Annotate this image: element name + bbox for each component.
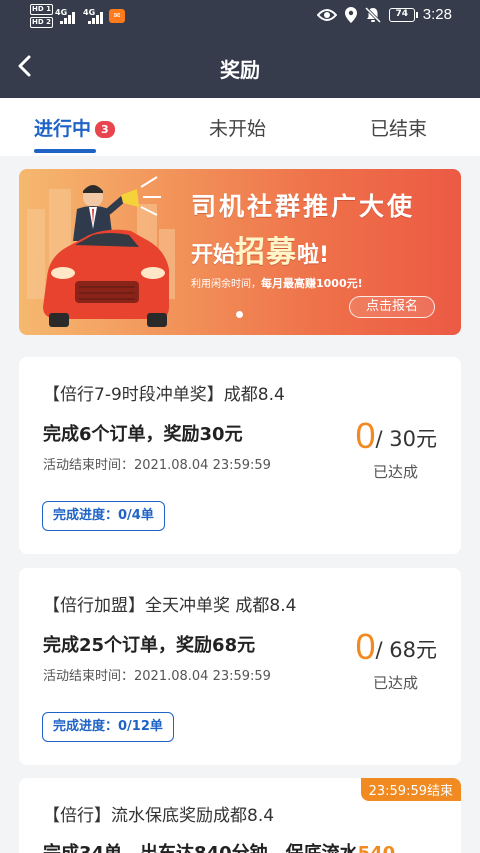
banner-headline-suffix: 啦! (297, 243, 330, 268)
banner-headline-emphasis: 招募 (235, 235, 298, 270)
card-title: 【倍行7-9时段冲单奖】成都8.4 (43, 385, 285, 405)
reward-condition: 完成6个订单，奖励30元 (43, 424, 243, 445)
app-notification-icon: ✉ (109, 9, 125, 23)
promo-banner[interactable]: 司机社群推广大使 开始招募啦! 利用闲余时间，每月最高赚1000元! 点击报名 (19, 169, 461, 335)
banner-subtitle-prefix: 利用闲余时间， (191, 279, 261, 290)
tab-label: 未开始 (209, 118, 267, 140)
battery-icon: 74 (388, 7, 418, 22)
status-bar: HD 1 HD 2 4G 4G ✉ 74 3:28 (0, 0, 480, 36)
tab-label: 已结束 (370, 118, 428, 140)
countdown-badge: 23:59:59结束 (360, 778, 461, 801)
count-badge: 3 (95, 121, 115, 138)
eye-icon (316, 8, 337, 21)
reward-card[interactable]: 23:59:59结束 【倍行】流水保底奖励成都8.4 完成34单，出车达840分… (19, 778, 461, 853)
banner-headline-prefix: 开始 (191, 243, 236, 268)
reward-condition-highlight: 540 (358, 843, 396, 853)
tab-in-progress[interactable]: 进行中 3 (34, 114, 115, 141)
location-icon (344, 6, 357, 23)
earned-amount: 0 (355, 415, 376, 456)
total-amount: / 68元 (375, 638, 437, 662)
signal-icon-2 (88, 12, 103, 24)
tab-bar: 进行中 3 未开始 已结束 (0, 98, 480, 156)
carousel-indicator (236, 311, 243, 318)
sim-indicator: HD 1 HD 2 (30, 4, 53, 30)
signal-icon (60, 12, 75, 24)
progress-badge: 完成进度：0/12单 (42, 712, 174, 742)
hd1-icon: HD 1 (30, 4, 53, 15)
status-label: 已达成 (372, 463, 418, 481)
tab-ended[interactable]: 已结束 (370, 114, 427, 141)
end-time: 活动结束时间：2021.08.04 23:59:59 (43, 669, 271, 684)
earned-amount: 0 (355, 626, 376, 667)
total-amount: / 30元 (375, 427, 437, 451)
reward-card[interactable]: 【倍行7-9时段冲单奖】成都8.4 完成6个订单，奖励30元 活动结束时间：20… (19, 357, 461, 554)
reward-card[interactable]: 【倍行加盟】全天冲单奖 成都8.4 完成25个订单，奖励68元 活动结束时间：2… (19, 568, 461, 765)
reward-amount: 0/ 30元 (355, 415, 437, 457)
header-bar: 奖励 (0, 36, 480, 98)
banner-title: 司机社群推广大使 (191, 192, 416, 221)
banner-subtitle: 利用闲余时间，每月最高赚1000元! (191, 275, 363, 291)
status-label: 已达成 (372, 674, 418, 692)
reward-condition: 完成25个订单，奖励68元 (43, 635, 256, 656)
card-title: 【倍行】流水保底奖励成都8.4 (43, 806, 275, 826)
end-time: 活动结束时间：2021.08.04 23:59:59 (43, 458, 271, 473)
tab-label: 进行中 (34, 118, 92, 140)
page-title: 奖励 (220, 58, 260, 82)
reward-amount: 0/ 68元 (355, 626, 437, 668)
tab-not-started[interactable]: 未开始 (209, 114, 266, 141)
reward-condition-text: 完成34单，出车达840分钟，保底流水 (43, 843, 358, 853)
mute-icon (364, 6, 381, 23)
active-tab-indicator (34, 149, 96, 153)
hd2-icon: HD 2 (30, 17, 53, 28)
signup-button[interactable]: 点击报名 (349, 296, 435, 318)
banner-headline: 开始招募啦! (191, 227, 329, 271)
card-title: 【倍行加盟】全天冲单奖 成都8.4 (43, 596, 297, 616)
progress-badge: 完成进度：0/4单 (42, 501, 165, 531)
reward-condition: 完成34单，出车达840分钟，保底流水540 (43, 839, 395, 853)
banner-subtitle-emphasis: 每月最高赚1000元! (261, 277, 363, 290)
clock: 3:28 (422, 6, 452, 23)
